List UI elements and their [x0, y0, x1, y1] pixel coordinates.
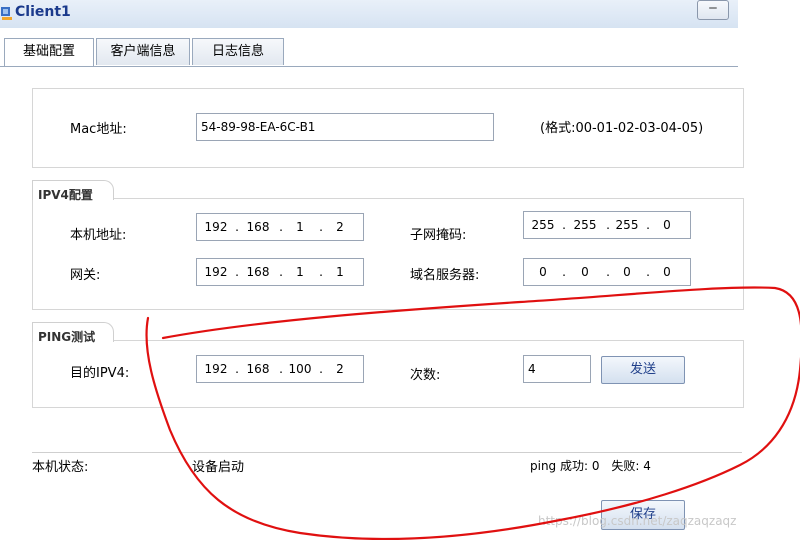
red-annotation-loop [145, 286, 800, 540]
